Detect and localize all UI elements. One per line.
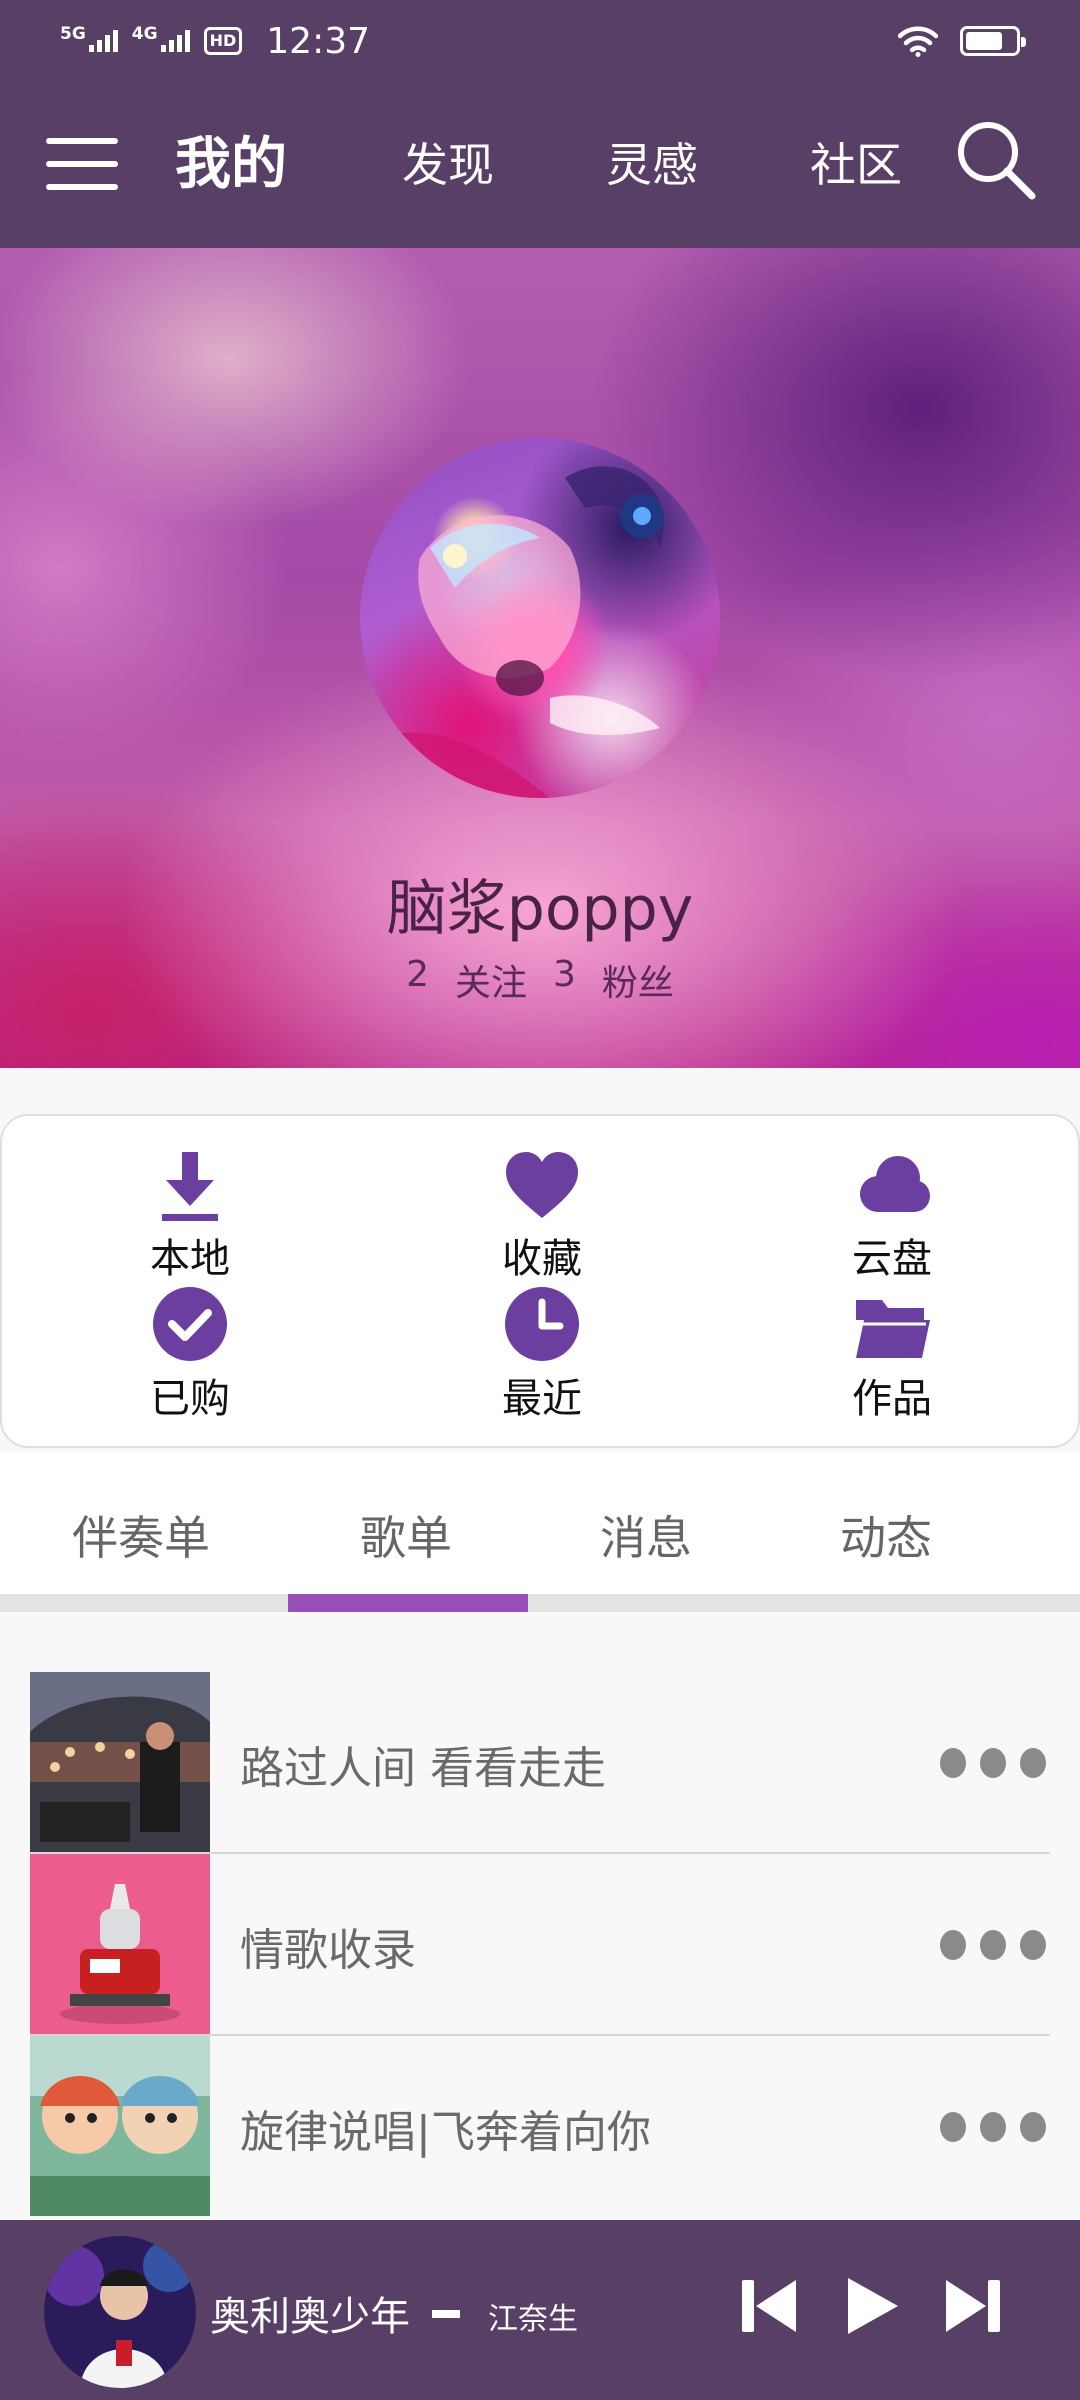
tab-playlists[interactable]: 歌单	[360, 1502, 452, 1568]
quick-access-label: 最近	[502, 1376, 582, 1422]
tab-activity[interactable]: 动态	[840, 1502, 932, 1568]
hd-voice-icon: HD	[203, 27, 243, 55]
cloud-icon	[860, 1156, 930, 1212]
playlist-cover	[30, 1854, 210, 2034]
heart-icon	[506, 1152, 578, 1218]
user-stats: 2 关注 3 粉丝	[0, 954, 1080, 1006]
tab-accompaniment-list[interactable]: 伴奏单	[72, 1502, 210, 1568]
tab-inspiration[interactable]: 灵感	[606, 130, 698, 200]
playlist-item[interactable]: 情歌收录	[30, 1854, 1050, 2036]
followers-label[interactable]: 粉丝	[602, 954, 674, 1006]
quick-access-recent[interactable]: 最近	[442, 1286, 642, 1426]
quick-access-local[interactable]: 本地	[90, 1146, 290, 1286]
more-options-icon[interactable]	[940, 1918, 1050, 1968]
playlist-item[interactable]: 旋律说唱|飞奔着向你	[30, 2036, 1050, 2218]
signal-5g-icon: 5G	[60, 26, 118, 52]
quick-access-cloud[interactable]: 云盘	[792, 1146, 992, 1286]
quick-access-works[interactable]: 作品	[792, 1286, 992, 1426]
title-separator	[432, 2310, 460, 2318]
search-icon[interactable]	[954, 118, 1038, 202]
signal-5g-label: 5G	[60, 24, 86, 44]
playlist-title: 旋律说唱|飞奔着向你	[240, 2107, 651, 2158]
quick-access-favorites[interactable]: 收藏	[442, 1146, 642, 1286]
wifi-icon	[898, 26, 938, 57]
playlist-title: 情歌收录	[240, 1925, 416, 1976]
avatar[interactable]	[360, 438, 720, 798]
check-circle-icon	[153, 1287, 227, 1361]
mini-player: 奥利奥少年 江奈生	[0, 2220, 1080, 2400]
quick-access-label: 本地	[150, 1236, 230, 1282]
quick-access-purchased[interactable]: 已购	[90, 1286, 290, 1426]
tab-community[interactable]: 社区	[810, 130, 902, 200]
followers-count[interactable]: 3	[553, 954, 576, 1006]
clock-icon	[505, 1287, 579, 1361]
clock-time: 12:37	[266, 20, 371, 62]
active-tab-indicator	[288, 1594, 528, 1612]
tab-messages[interactable]: 消息	[600, 1502, 692, 1568]
now-playing-cover[interactable]	[44, 2236, 196, 2388]
quick-access-label: 收藏	[502, 1236, 582, 1282]
folder-icon	[856, 1300, 930, 1358]
username: 脑浆poppy	[386, 874, 694, 944]
quick-access-card: 本地 收藏 云盘 已购 最近 作品	[0, 1114, 1080, 1448]
now-playing-title: 奥利奥少年	[210, 2294, 410, 2340]
play-icon[interactable]	[840, 2274, 904, 2338]
status-bar: 5G 4G HD 12:37	[0, 0, 1080, 82]
following-label[interactable]: 关注	[455, 954, 527, 1006]
top-navigation: 我的 发现 灵感 社区	[0, 82, 1080, 248]
tab-discover[interactable]: 发现	[402, 130, 494, 200]
download-icon	[162, 1152, 218, 1221]
more-options-icon[interactable]	[940, 2100, 1050, 2150]
profile-header: 脑浆poppy 2 关注 3 粉丝	[0, 248, 1080, 1068]
playlist-cover	[30, 2036, 210, 2216]
next-track-icon[interactable]	[940, 2274, 1004, 2338]
quick-access-label: 作品	[852, 1376, 932, 1422]
battery-icon	[960, 26, 1026, 56]
now-playing-artist: 江奈生	[488, 2302, 578, 2337]
avatar-artwork	[360, 466, 664, 798]
tab-track	[0, 1594, 1080, 1612]
playlist-item[interactable]: 路过人间 看看走走	[30, 1672, 1050, 1854]
more-options-icon[interactable]	[940, 1736, 1050, 1786]
quick-access-label: 云盘	[852, 1236, 932, 1282]
following-count[interactable]: 2	[406, 954, 429, 1006]
signal-4g-icon: 4G	[132, 26, 190, 52]
previous-track-icon[interactable]	[738, 2274, 802, 2338]
content-tabs: 伴奏单 歌单 消息 动态	[0, 1452, 1080, 1612]
battery-level	[966, 32, 1002, 50]
playlist-title: 路过人间 看看走走	[240, 1743, 606, 1794]
playlist-cover	[30, 1672, 210, 1852]
playlist-list: 路过人间 看看走走 情歌收录 旋律说唱|飞奔着向你	[0, 1612, 1080, 2220]
menu-icon[interactable]	[46, 134, 118, 194]
signal-4g-label: 4G	[131, 24, 158, 44]
tab-mine[interactable]: 我的	[175, 130, 287, 200]
quick-access-label: 已购	[150, 1376, 230, 1422]
